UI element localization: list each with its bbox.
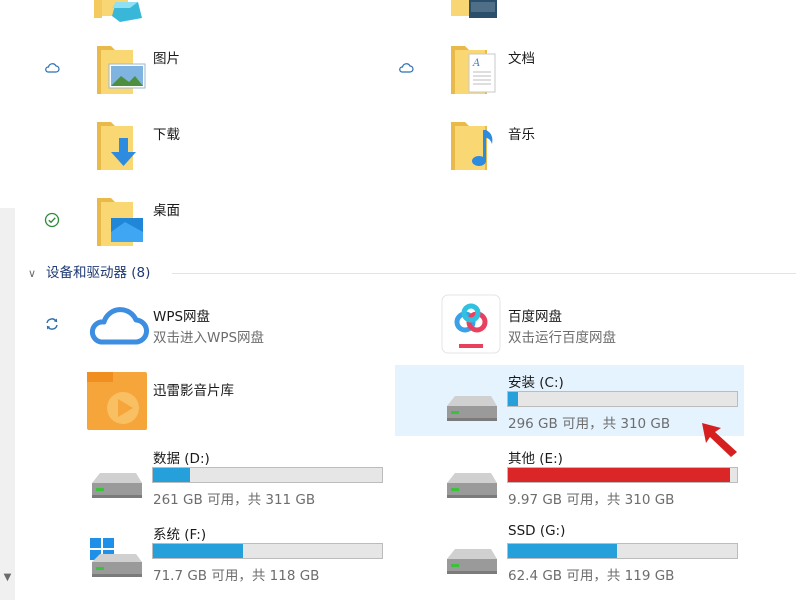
hard-drive-icon[interactable] xyxy=(88,469,144,507)
drive-status: 296 GB 可用，共 310 GB xyxy=(508,416,671,432)
group-label: 设备和驱动器 (8) xyxy=(46,265,151,281)
hard-drive-icon[interactable] xyxy=(443,469,499,507)
vertical-scrollbar[interactable]: ▼ xyxy=(0,0,15,600)
annotation-arrow-icon xyxy=(702,423,737,457)
drive-status: 261 GB 可用，共 311 GB xyxy=(153,492,316,508)
drive-name: 安装 (C:) xyxy=(508,375,564,391)
drive-usage-fill xyxy=(153,468,190,482)
folder-name: 音乐 xyxy=(508,127,535,143)
sync-refresh-icon xyxy=(46,318,58,330)
folder-name: 图片 xyxy=(153,51,180,67)
app-description: 双击进入WPS网盘 xyxy=(153,330,265,346)
svg-text:A: A xyxy=(472,58,480,69)
folder-name: 下载 xyxy=(153,127,180,143)
app-description: 双击运行百度网盘 xyxy=(508,330,616,346)
drive-usage-bar xyxy=(507,391,738,407)
music-folder-icon[interactable] xyxy=(449,116,501,176)
3d-objects-folder-icon[interactable] xyxy=(94,0,146,26)
hard-drive-icon[interactable] xyxy=(443,545,499,583)
hard-drive-icon[interactable] xyxy=(443,392,499,430)
drive-name: SSD (G:) xyxy=(508,523,566,539)
app-name: 百度网盘 xyxy=(508,309,562,325)
drive-usage-fill xyxy=(508,544,617,558)
pictures-folder-icon[interactable] xyxy=(95,40,147,100)
drive-usage-bar xyxy=(152,543,383,559)
drive-name: 数据 (D:) xyxy=(153,451,210,467)
chevron-down-icon[interactable]: ∨ xyxy=(28,267,40,280)
app-name: WPS网盘 xyxy=(153,309,211,325)
cloud-sync-icon xyxy=(45,63,60,73)
group-divider xyxy=(172,273,796,274)
scrollbar-thumb[interactable] xyxy=(0,0,15,208)
group-header-devices[interactable]: ∨ 设备和驱动器 (8) xyxy=(28,261,150,281)
folder-name: 文档 xyxy=(508,51,535,67)
wps-cloud-icon[interactable] xyxy=(87,300,149,352)
drive-usage-fill xyxy=(508,392,519,406)
drive-usage-bar xyxy=(152,467,383,483)
drive-usage-bar xyxy=(507,467,738,483)
drive-usage-fill xyxy=(508,468,730,482)
app-name: 迅雷影音片库 xyxy=(153,383,234,399)
drive-usage-bar xyxy=(507,543,738,559)
drive-status: 62.4 GB 可用，共 119 GB xyxy=(508,568,675,584)
downloads-folder-icon[interactable] xyxy=(95,116,147,176)
synced-check-icon xyxy=(44,212,60,228)
baidu-netdisk-icon[interactable] xyxy=(441,294,501,358)
documents-folder-icon[interactable]: A xyxy=(449,40,501,100)
scroll-down-arrow-icon[interactable]: ▼ xyxy=(0,568,15,588)
drive-usage-fill xyxy=(153,544,243,558)
xunlei-library-icon[interactable] xyxy=(87,370,147,434)
drive-status: 71.7 GB 可用，共 118 GB xyxy=(153,568,320,584)
drive-name: 其他 (E:) xyxy=(508,451,563,467)
drive-name: 系统 (F:) xyxy=(153,527,207,543)
windows-drive-icon[interactable] xyxy=(86,538,144,586)
desktop-folder-icon[interactable] xyxy=(95,192,147,252)
videos-folder-icon[interactable] xyxy=(451,0,499,24)
cloud-sync-icon xyxy=(399,63,414,73)
drive-status: 9.97 GB 可用，共 310 GB xyxy=(508,492,675,508)
folder-name: 桌面 xyxy=(153,203,180,219)
